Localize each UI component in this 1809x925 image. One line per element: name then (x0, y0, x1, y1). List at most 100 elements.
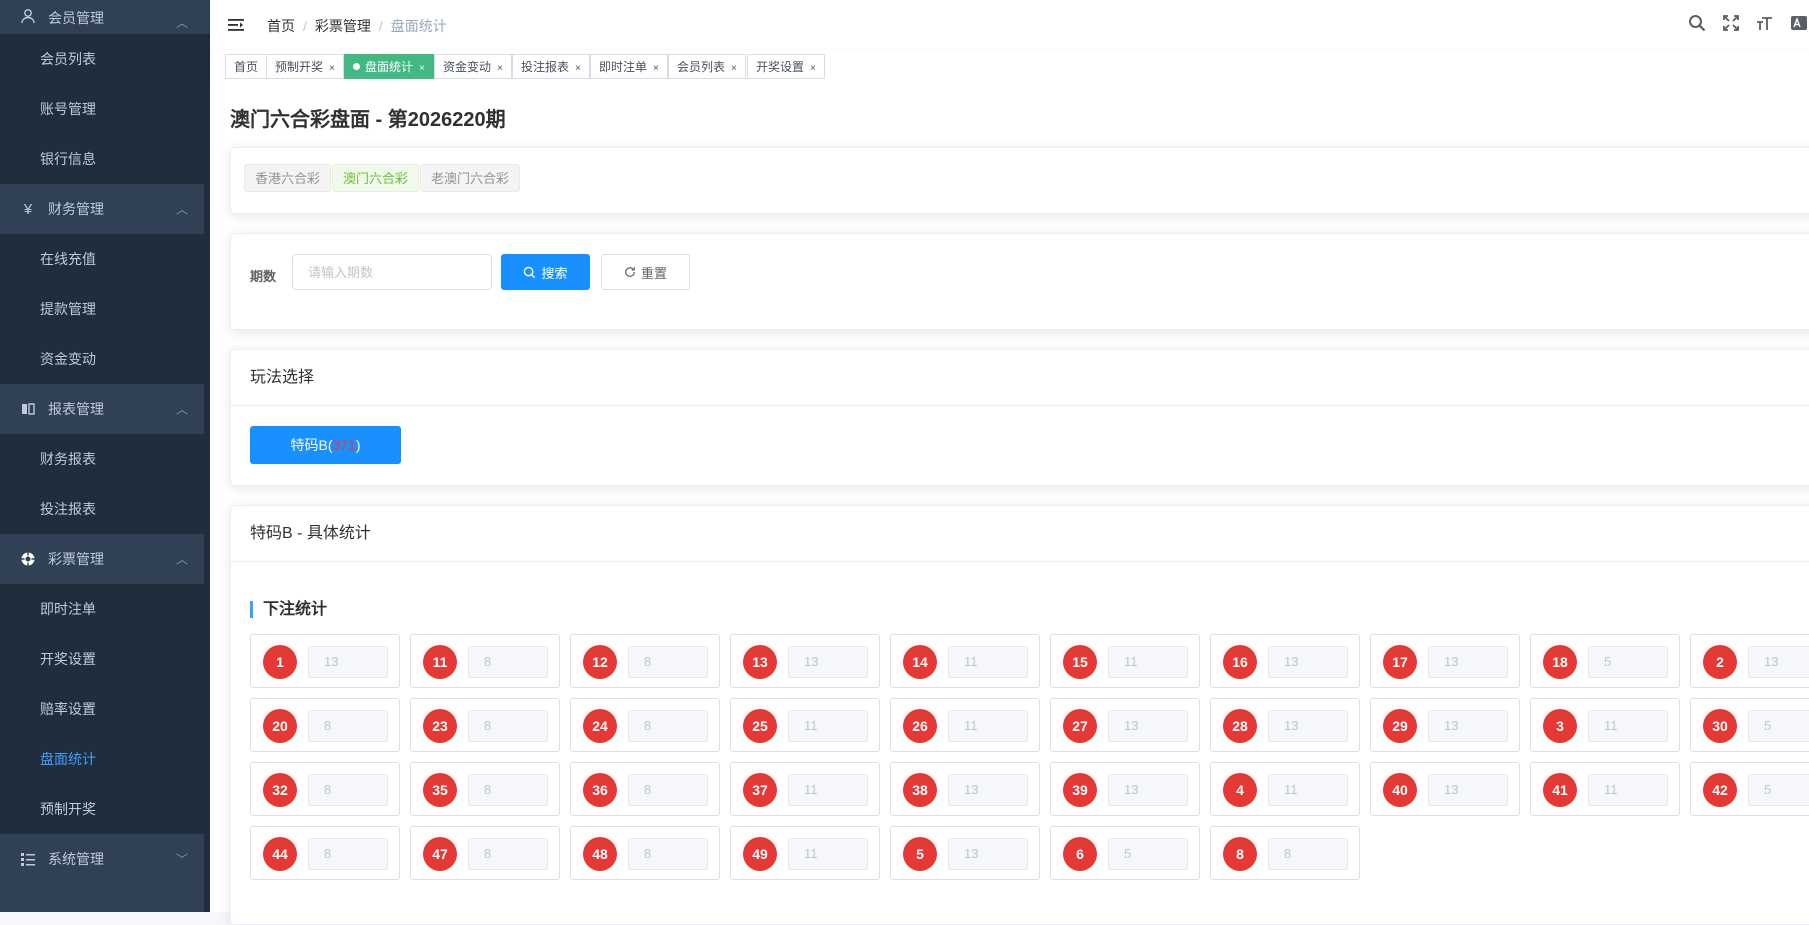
menu-group-label: 会员管理 (48, 10, 104, 26)
menu-item-board-stats[interactable]: 盘面统计 (0, 734, 210, 784)
stat-cell: 30 5 (1690, 698, 1809, 752)
number-ball: 36 (583, 773, 617, 807)
number-ball: 30 (1703, 709, 1737, 743)
close-icon[interactable]: × (497, 63, 503, 74)
lottery-tab-macau[interactable]: 澳门六合彩 (332, 164, 420, 192)
menu-item-instant-bets[interactable]: 即时注单 (0, 584, 210, 634)
menu-item-odds-settings[interactable]: 赔率设置 (0, 684, 210, 734)
number-ball: 1 (263, 645, 297, 679)
navbar-right-menu (1687, 13, 1809, 33)
close-icon[interactable]: × (575, 63, 581, 74)
menu-item-draw-settings[interactable]: 开奖设置 (0, 634, 210, 684)
number-ball: 47 (423, 837, 457, 871)
stat-cell: 88 (1210, 826, 1360, 880)
stat-cell: 42 5 (1690, 762, 1809, 816)
tag-label: 开奖设置 (756, 60, 805, 74)
play-tema-b-button[interactable]: 特码B(371) (250, 426, 401, 464)
number-ball: 2 (1703, 645, 1737, 679)
tag-instant-bets[interactable]: 即时注单 × (590, 54, 668, 79)
search-card: 期数 搜索 重置 (230, 233, 1809, 330)
stat-cell: 38 13 (890, 762, 1040, 816)
close-icon[interactable]: × (810, 63, 816, 74)
breadcrumb-home[interactable]: 首页 (267, 18, 295, 34)
close-icon[interactable]: × (731, 63, 737, 74)
number-ball: 26 (903, 709, 937, 743)
lottery-type-card: 香港六合彩 澳门六合彩 老澳门六合彩 (230, 147, 1809, 214)
tag-board-stats[interactable]: 盘面统计 × (344, 54, 434, 79)
stat-cell: 17 13 (1370, 634, 1520, 688)
menu-group-lottery[interactable]: 彩票管理 ︿ (0, 534, 210, 584)
lottery-tab-old-macau[interactable]: 老澳门六合彩 (420, 164, 521, 192)
tag-fund-change[interactable]: 资金变动 × (434, 54, 512, 79)
search-button[interactable]: 搜索 (501, 254, 590, 290)
tag-home[interactable]: 首页 (225, 54, 268, 79)
bet-count-field: 11 (788, 774, 868, 806)
period-input[interactable] (292, 254, 492, 290)
bet-count-field: 5 (1748, 774, 1809, 806)
close-icon[interactable]: × (329, 63, 335, 74)
reset-button[interactable]: 重置 (601, 254, 690, 290)
number-ball: 27 (1063, 709, 1097, 743)
menu-item-account[interactable]: 账号管理 (0, 84, 210, 134)
menu-item-withdraw[interactable]: 提款管理 (0, 284, 210, 334)
number-ball: 13 (743, 645, 777, 679)
search-icon[interactable] (1687, 13, 1707, 33)
close-icon[interactable]: × (653, 63, 659, 74)
tag-bet-report[interactable]: 投注报表 × (512, 54, 590, 79)
stat-cell: 49 11 (730, 826, 880, 880)
hamburger-icon[interactable] (227, 16, 245, 34)
list-icon (20, 851, 36, 867)
tag-preset-draw[interactable]: 预制开奖 × (266, 54, 344, 79)
font-size-icon[interactable] (1755, 13, 1775, 33)
menu-item-finance-report[interactable]: 财务报表 (0, 434, 210, 484)
menu-item-member-list[interactable]: 会员列表 (0, 34, 210, 84)
book-icon (20, 401, 36, 417)
tag-label: 盘面统计 (365, 60, 414, 74)
bet-count-field: 8 (628, 838, 708, 870)
tag-member-list[interactable]: 会员列表 × (668, 54, 746, 79)
bet-count-field: 13 (1108, 710, 1188, 742)
tags-view: 首页 预制开奖 × 盘面统计 × 资金变动 × 投注报表 × 即时注单 × 会员列表 × 开… (210, 50, 1809, 85)
stats-card-header: 特码B - 具体统计 (231, 506, 1809, 562)
stat-cell: 25 11 (730, 698, 880, 752)
bet-count-field: 11 (1268, 774, 1348, 806)
breadcrumb-lottery[interactable]: 彩票管理 (315, 18, 371, 34)
bet-count-field: 13 (948, 838, 1028, 870)
menu-item-bet-report[interactable]: 投注报表 (0, 484, 210, 534)
chevron-up-icon: ︿ (175, 16, 188, 30)
menu-group-label: 财务管理 (48, 201, 104, 217)
breadcrumb-separator: / (303, 18, 307, 34)
stats-card: 特码B - 具体统计 下注统计 1 13 11 8 12 8 13 13 14 11 15 11 16 1… (230, 505, 1809, 925)
play-button-count: 371 (332, 437, 356, 453)
bet-count-field: 8 (468, 646, 548, 678)
language-icon[interactable] (1789, 13, 1809, 33)
stat-cell: 4 11 (1210, 762, 1360, 816)
number-ball: 4 (1223, 773, 1257, 807)
yen-icon: ¥ (23, 200, 33, 218)
menu-item-preset-draw[interactable]: 预制开奖 (0, 784, 210, 834)
number-ball: 14 (903, 645, 937, 679)
number-ball: 44 (263, 837, 297, 871)
bet-count-field: 13 (1428, 646, 1508, 678)
menu-item-bank-info[interactable]: 银行信息 (0, 134, 210, 184)
bet-count-field: 11 (1108, 646, 1188, 678)
menu-group-reports[interactable]: 报表管理 ︿ (0, 384, 210, 434)
stat-cell: 20 8 (250, 698, 400, 752)
stat-cell: 14 11 (890, 634, 1040, 688)
menu-item-fund-change[interactable]: 资金变动 (0, 334, 210, 384)
menu-group-finance[interactable]: ¥ 财务管理 ︿ (0, 184, 210, 234)
play-button-suffix: ) (355, 437, 361, 453)
sidebar: 会员管理 ︿ 会员列表 账号管理 银行信息 ¥ 财务管理 ︿ 在线充值 提款管理… (0, 0, 210, 912)
menu-group-system[interactable]: 系统管理 ﹀ (0, 834, 210, 884)
fullscreen-icon[interactable] (1721, 13, 1741, 33)
tag-label: 资金变动 (443, 60, 492, 74)
tag-draw-settings[interactable]: 开奖设置 × (747, 54, 825, 79)
bet-count-field: 11 (948, 646, 1028, 678)
menu-group-members[interactable]: 会员管理 ︿ (0, 0, 210, 34)
close-icon[interactable]: × (419, 63, 425, 74)
stat-cell: 44 8 (250, 826, 400, 880)
lottery-tab-hongkong[interactable]: 香港六合彩 (244, 164, 332, 192)
stat-cell: 16 13 (1210, 634, 1360, 688)
lottery-icon (20, 551, 36, 567)
menu-item-recharge[interactable]: 在线充值 (0, 234, 210, 284)
